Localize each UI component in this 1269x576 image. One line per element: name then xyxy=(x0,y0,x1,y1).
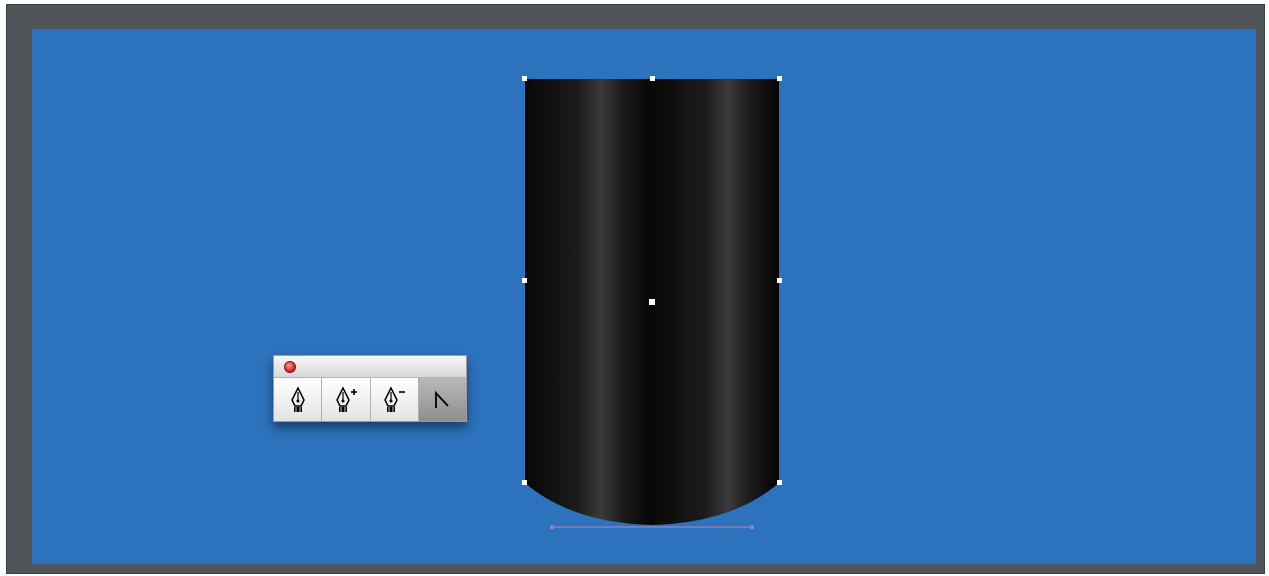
add-anchor-point-button[interactable] xyxy=(322,378,371,421)
anchor-point xyxy=(777,278,782,283)
document-window-frame xyxy=(6,4,1265,574)
pen-tools-panel xyxy=(273,355,467,422)
pen-icon xyxy=(290,385,305,412)
panel-titlebar[interactable] xyxy=(274,356,466,378)
tool-buttons xyxy=(274,378,466,421)
pen-plus-icon xyxy=(336,385,357,412)
pen-minus-icon xyxy=(384,385,406,412)
anchor-point xyxy=(777,76,782,81)
cylinder-left-half[interactable] xyxy=(525,79,652,525)
center-point xyxy=(649,299,655,305)
anchor-point xyxy=(522,480,527,485)
anchor-point xyxy=(522,278,527,283)
convert-anchor-icon xyxy=(435,390,450,408)
anchor-point xyxy=(522,76,527,81)
bezier-direction-handle[interactable] xyxy=(550,525,754,529)
delete-anchor-point-button[interactable] xyxy=(370,378,419,421)
cylinder-right-half[interactable] xyxy=(652,79,779,525)
artboard-canvas[interactable] xyxy=(32,29,1256,564)
anchor-point xyxy=(650,76,655,81)
pen-tool-button[interactable] xyxy=(274,378,323,421)
artwork-layer xyxy=(522,76,782,529)
anchor-point xyxy=(777,480,782,485)
convert-anchor-point-button[interactable] xyxy=(418,378,466,421)
close-icon[interactable] xyxy=(284,361,296,373)
